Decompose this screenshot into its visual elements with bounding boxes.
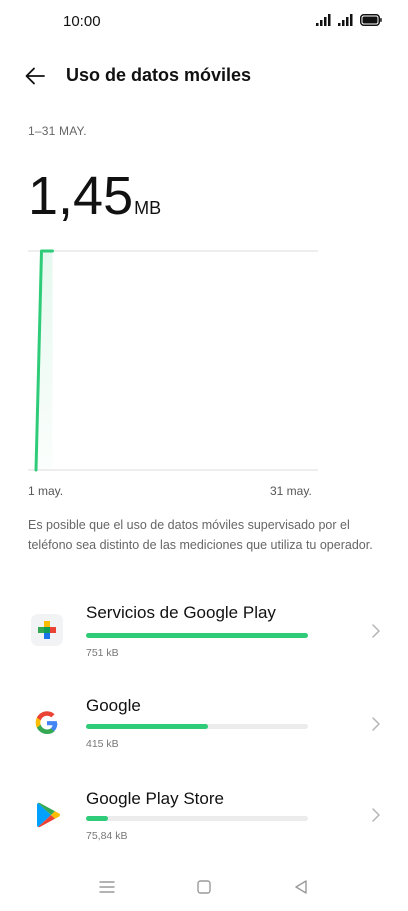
disclaimer-text: Es posible que el uso de datos móviles s… bbox=[28, 518, 373, 552]
app-usage-size: 751 kB bbox=[86, 647, 119, 659]
status-bar: 10:00 bbox=[0, 0, 408, 44]
status-time: 10:00 bbox=[63, 13, 101, 30]
chart-x-start-label: 1 may. bbox=[28, 484, 64, 498]
menu-icon[interactable] bbox=[96, 876, 118, 898]
signal-icon bbox=[338, 14, 353, 26]
battery-icon bbox=[360, 14, 382, 26]
usage-chart bbox=[28, 249, 318, 472]
app-name: Google Play Store bbox=[86, 789, 224, 808]
usage-total-value: 1,45 bbox=[28, 166, 134, 226]
app-usage-size: 415 kB bbox=[86, 738, 119, 750]
app-bar: Uso de datos móviles bbox=[0, 52, 408, 100]
google-play-store-icon bbox=[37, 802, 60, 828]
google-play-services-icon bbox=[31, 614, 63, 646]
app-name: Servicios de Google Play bbox=[86, 603, 276, 622]
usage-bar-fill bbox=[86, 724, 209, 729]
usage-bar bbox=[86, 724, 308, 729]
navigation-bar bbox=[0, 866, 408, 906]
app-row-google-play-services[interactable]: Servicios de Google Play 751 kB bbox=[0, 603, 408, 691]
usage-total-unit: MB bbox=[134, 198, 162, 218]
page-title: Uso de datos móviles bbox=[66, 65, 252, 85]
usage-total: 1,45 MB bbox=[28, 166, 161, 226]
back-arrow-icon[interactable] bbox=[22, 62, 50, 90]
usage-bar bbox=[86, 816, 308, 821]
chevron-right-icon bbox=[372, 717, 380, 731]
app-usage-size: 75,84 kB bbox=[86, 830, 128, 842]
google-icon bbox=[35, 711, 58, 734]
app-name: Google bbox=[86, 696, 141, 715]
usage-period: 1–31 MAY. bbox=[28, 124, 87, 138]
chevron-right-icon bbox=[372, 808, 380, 822]
chevron-right-icon bbox=[372, 624, 380, 638]
usage-bar bbox=[86, 633, 308, 638]
back-triangle-icon[interactable] bbox=[290, 876, 312, 898]
app-row-google-play-store[interactable]: Google Play Store 75,84 kB bbox=[0, 789, 408, 877]
app-row-google[interactable]: Google 415 kB bbox=[0, 696, 408, 784]
status-icons bbox=[316, 14, 382, 26]
home-icon[interactable] bbox=[193, 876, 215, 898]
chart-x-end-label: 31 may. bbox=[270, 484, 312, 498]
usage-bar-fill bbox=[86, 633, 308, 638]
usage-bar-fill bbox=[86, 816, 109, 821]
signal-icon bbox=[316, 14, 331, 26]
